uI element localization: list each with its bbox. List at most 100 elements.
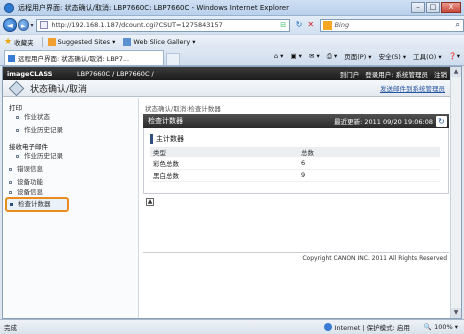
bing-logo-icon (322, 20, 332, 30)
web-slice-gallery-link[interactable]: Web Slice Gallery ▾ (133, 38, 195, 46)
minimize-button[interactable]: – (411, 2, 425, 13)
sidebar-item-label: 设备功能 (17, 178, 43, 186)
help-menu[interactable]: ❓▾ (449, 52, 460, 60)
column-header-total: 总数 (298, 147, 440, 157)
maximize-button[interactable]: □ (426, 2, 440, 13)
mail-icon[interactable]: ✉ ▾ (309, 52, 320, 60)
suggested-sites-icon (47, 38, 56, 46)
bullet-icon (9, 168, 12, 171)
history-dropdown-icon[interactable]: ▾ (30, 22, 33, 29)
command-bar: ⌂ ▾ ▣ ▾ ✉ ▾ ⎙ ▾ 页面(P) ▾ 安全(S) ▾ 工具(O) ▾ … (267, 51, 460, 62)
sidebar-item-label: 作业状态 (24, 113, 50, 121)
url-field[interactable]: http://192.168.1.187/dcount.cgi?CSUT=127… (36, 18, 291, 32)
row-total: 9 (298, 169, 440, 182)
counter-table: 类型 总数 彩色总数 6 黑白总数 9 (150, 147, 440, 182)
sidebar-item-label: 检查计数器 (18, 200, 51, 208)
page-menu[interactable]: 页面(P) ▾ (344, 51, 371, 61)
security-zone[interactable]: Internet | 保护模式: 启用 (323, 322, 410, 332)
device-model: LBP7660C / LBP7660C / (77, 69, 154, 78)
table-row: 黑白总数 9 (150, 169, 440, 182)
refresh-counter-button[interactable]: ↻ (436, 115, 447, 127)
page-title: 状态确认/取消 (30, 84, 88, 95)
last-updated: 最近更新: 2011 09/20 19:06:08 (334, 118, 433, 126)
bullet-icon (16, 129, 19, 132)
sidebar-item-error-info[interactable]: 错误信息 (3, 163, 138, 176)
sidebar-item-job-status[interactable]: 作业状态 (3, 111, 138, 124)
page-icon (40, 21, 49, 29)
web-slice-icon (123, 38, 132, 46)
status-diamond-icon (8, 80, 25, 96)
url-text[interactable]: http://192.168.1.187/dcount.cgi?CSUT=127… (51, 21, 277, 29)
zoom-level[interactable]: 🔍 100% ▾ (424, 323, 458, 331)
scroll-down-icon[interactable]: ▼ (451, 308, 461, 318)
bullet-icon (10, 203, 13, 206)
forward-button[interactable]: ► (17, 19, 30, 31)
address-bar: ◄ ► ▾ http://192.168.1.187/dcount.cgi?CS… (0, 16, 464, 34)
suggested-sites-link[interactable]: Suggested Sites ▾ (58, 38, 116, 46)
top-navigation: imageCLASS LBP7660C / LBP7660C / 到门户 登录用… (3, 67, 451, 80)
sidebar: 打印 作业状态 作业历史记录 接收电子邮件 作业历史记录 错误信息 设备功能 设… (3, 98, 139, 318)
login-user-label: 登录用户: 系统管理员 (365, 70, 428, 79)
tab-remote-ui[interactable]: 远程用户界面: 状态确认/取消: LBP7... (4, 50, 164, 65)
feeds-icon[interactable]: ▣ ▾ (290, 52, 301, 60)
search-icon[interactable]: ⌕ (456, 20, 460, 30)
safety-menu[interactable]: 安全(S) ▾ (379, 51, 407, 61)
status-bar: 完成 Internet | 保护模式: 启用 🔍 100% ▾ (0, 319, 464, 334)
panel-body: 主计数器 类型 总数 彩色总数 6 黑白总数 9 (143, 128, 449, 194)
globe-icon (323, 323, 332, 331)
sidebar-item-email-history[interactable]: 作业历史记录 (3, 150, 138, 163)
sidebar-item-print-history[interactable]: 作业历史记录 (3, 124, 138, 137)
panel-title: 检查计数器 (148, 117, 183, 125)
row-type: 黑白总数 (150, 169, 298, 182)
favorites-button[interactable]: 收藏夹 (14, 37, 34, 47)
sidebar-item-device-info[interactable]: 设备信息 (3, 189, 138, 195)
mail-admin-link[interactable]: 发送邮件到系统管理员 (380, 83, 445, 93)
row-total: 6 (298, 157, 440, 170)
tab-label: 远程用户界面: 状态确认/取消: LBP7... (18, 55, 130, 63)
page-header: 状态确认/取消 发送邮件到系统管理员 (3, 80, 451, 97)
search-placeholder[interactable]: Bing (335, 21, 456, 29)
bullet-icon (9, 181, 12, 184)
back-button[interactable]: ◄ (3, 18, 17, 32)
close-button[interactable]: X (441, 2, 461, 13)
sidebar-item-label: 设备信息 (17, 189, 43, 195)
section-title: 主计数器 (150, 134, 440, 144)
window-titlebar: 远程用户界面: 状态确认/取消: LBP7660C: LBP7660C - Wi… (0, 0, 464, 16)
compat-view-icon[interactable]: ⊟ (280, 21, 286, 29)
separator (41, 37, 43, 47)
tab-page-icon (8, 54, 15, 62)
copyright-footer: Copyright CANON INC. 2011 All Rights Res… (143, 252, 449, 262)
main-content: 状态确认/取消:检查计数器 检查计数器 最近更新: 2011 09/20 19:… (143, 98, 449, 318)
brand-name: imageCLASS (7, 69, 53, 78)
print-icon[interactable]: ⎙ ▾ (327, 52, 338, 61)
portal-link[interactable]: 到门户 (340, 69, 360, 79)
search-field[interactable]: Bing ⌕ (319, 18, 464, 32)
sidebar-item-device-functions[interactable]: 设备功能 (3, 176, 138, 189)
stop-icon[interactable]: ✕ (305, 19, 317, 31)
breadcrumb: 状态确认/取消:检查计数器 (145, 105, 221, 113)
bullet-icon (16, 155, 19, 158)
zone-label: Internet | 保护模式: 启用 (334, 324, 410, 332)
panel-header: 检查计数器 最近更新: 2011 09/20 19:06:08 ↻ (143, 114, 449, 128)
sidebar-item-check-counter[interactable]: 检查计数器 (5, 197, 69, 212)
refresh-icon[interactable]: ↻ (293, 19, 305, 31)
status-text: 完成 (4, 324, 17, 332)
ie-logo-icon (4, 2, 14, 13)
column-header-type: 类型 (150, 147, 298, 157)
sidebar-item-label: 作业历史记录 (24, 126, 63, 134)
sidebar-item-label: 作业历史记录 (24, 152, 63, 160)
home-icon[interactable]: ⌂ ▾ (274, 52, 283, 60)
window-controls: – □ X (410, 2, 461, 13)
scroll-up-icon[interactable]: ▲ (451, 67, 461, 77)
window-title: 远程用户界面: 状态确认/取消: LBP7660C: LBP7660C - Wi… (18, 3, 289, 12)
new-tab-button[interactable] (166, 53, 180, 65)
sidebar-group-print: 打印 (9, 104, 22, 112)
favorites-bar: ★ 收藏夹 Suggested Sites ▾ Web Slice Galler… (0, 34, 464, 49)
vertical-scrollbar[interactable]: ▲ ▼ (450, 67, 461, 318)
back-to-top-icon[interactable]: ▲ (146, 198, 154, 206)
tools-menu[interactable]: 工具(O) ▾ (413, 51, 442, 61)
logout-link[interactable]: 注销 (434, 69, 447, 79)
sidebar-group-email: 接收电子邮件 (9, 143, 48, 151)
favorites-star-icon[interactable]: ★ (4, 37, 12, 47)
sidebar-item-label: 错误信息 (17, 165, 43, 173)
